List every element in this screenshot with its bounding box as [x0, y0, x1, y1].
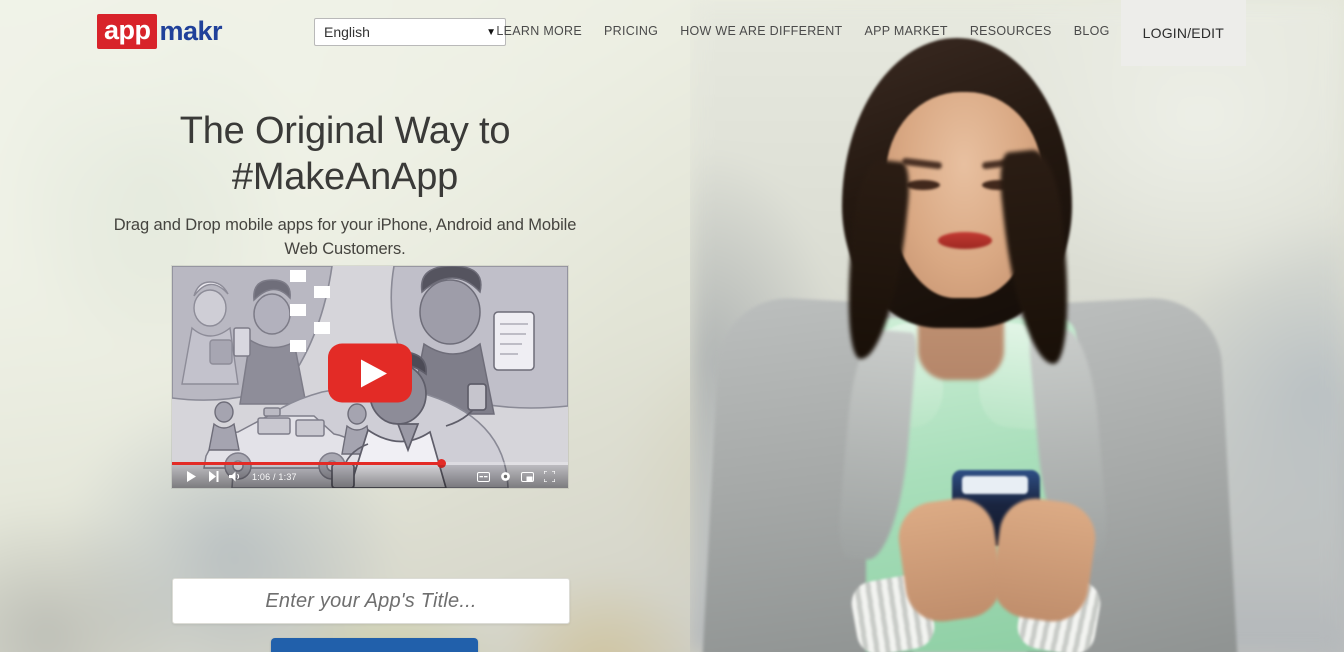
language-select[interactable]: English ▼	[314, 18, 506, 46]
promo-video-player[interactable]: 1:06 / 1:37	[172, 266, 568, 488]
logo-appmakr[interactable]: app makr	[97, 14, 223, 49]
app-title-input[interactable]: Enter your App's Title...	[172, 578, 570, 624]
next-track-icon[interactable]	[202, 465, 224, 488]
volume-icon[interactable]	[224, 465, 246, 488]
nav-item-app-market[interactable]: APP MARKET	[853, 1, 958, 61]
video-time-display: 1:06 / 1:37	[252, 471, 297, 482]
fullscreen-icon[interactable]	[538, 465, 560, 488]
get-started-button[interactable]: Get Started! ➔	[271, 638, 478, 652]
hero-subheadline: Drag and Drop mobile apps for your iPhon…	[113, 215, 577, 258]
main-navigation: LEARN MORE PRICING HOW WE ARE DIFFERENT …	[485, 0, 1344, 66]
lips	[938, 232, 992, 249]
miniplayer-icon[interactable]	[516, 465, 538, 488]
video-controls-right	[472, 465, 560, 488]
nav-item-login-edit[interactable]: LOGIN/EDIT	[1120, 0, 1246, 66]
play-icon[interactable]	[180, 465, 202, 488]
nav-item-pricing[interactable]: PRICING	[593, 1, 669, 61]
nav-item-learn-more[interactable]: LEARN MORE	[485, 1, 593, 61]
smartphone-screen	[962, 476, 1028, 494]
logo-wordmark: makr	[159, 16, 223, 46]
settings-gear-icon[interactable]	[494, 465, 516, 488]
get-started-label: Get Started!	[301, 648, 421, 652]
hero-section: The Original Way to #MakeAnApp Drag and …	[0, 66, 690, 652]
nav-item-resources[interactable]: RESOURCES	[959, 1, 1063, 61]
page-title: The Original Way to #MakeAnApp	[0, 108, 690, 201]
nav-item-blog[interactable]: BLOG	[1063, 1, 1121, 61]
site-header: app makr English ▼ LEARN MORE PRICING HO…	[0, 0, 1344, 66]
video-controls-bar: 1:06 / 1:37	[172, 465, 568, 488]
eye-left	[906, 180, 940, 190]
headline-line-1: The Original Way to	[179, 110, 511, 152]
hero-photo-businesswoman	[690, 0, 1344, 652]
language-select-value: English	[324, 24, 370, 40]
headline-line-2: #MakeAnApp	[231, 156, 459, 199]
landing-page: app makr English ▼ LEARN MORE PRICING HO…	[0, 0, 1344, 652]
logo-mark: app	[97, 14, 157, 49]
nav-item-how-we-are-different[interactable]: HOW WE ARE DIFFERENT	[669, 1, 853, 61]
youtube-play-icon[interactable]	[328, 343, 412, 403]
captions-icon[interactable]	[472, 465, 494, 488]
